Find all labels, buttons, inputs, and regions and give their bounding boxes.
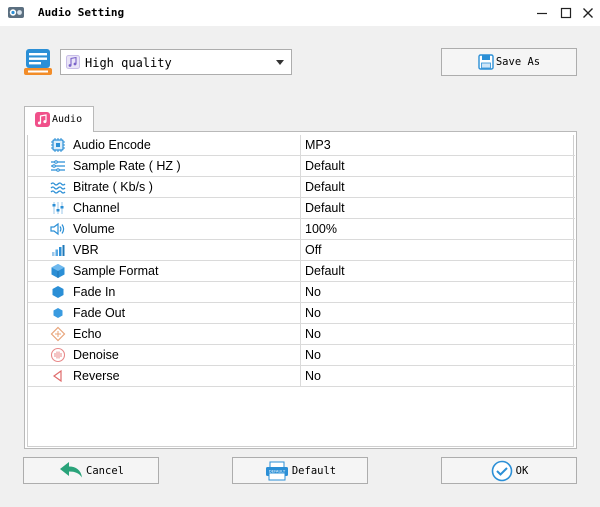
setting-row-echo[interactable]: Echo No [28, 324, 575, 345]
cancel-button[interactable]: Cancel [23, 457, 159, 484]
setting-label: Channel [73, 201, 120, 215]
denoise-icon [50, 347, 66, 363]
default-label: Default [291, 464, 337, 477]
fade-in-icon [50, 284, 66, 300]
default-button[interactable]: DEFAULT Default [232, 457, 368, 484]
quality-preset-dropdown[interactable]: High quality [60, 49, 292, 75]
speaker-icon [50, 221, 66, 237]
printer-icon-text: DEFAULT [269, 468, 286, 473]
ok-button[interactable]: OK [441, 457, 577, 484]
music-note-icon [35, 112, 50, 127]
app-logo-icon [7, 4, 25, 22]
preset-value: High quality [85, 56, 172, 70]
setting-value[interactable]: No [305, 369, 321, 383]
setting-row-fade-out[interactable]: Fade Out No [28, 303, 575, 324]
setting-row-denoise[interactable]: Denoise No [28, 345, 575, 366]
setting-label: Sample Rate ( HZ ) [73, 159, 181, 173]
setting-value[interactable]: 100% [305, 222, 337, 236]
setting-row-channel[interactable]: Channel Default [28, 198, 575, 219]
save-as-label: Save As [495, 56, 541, 68]
tab-audio-label: Audio [52, 114, 83, 125]
maximize-icon[interactable] [556, 3, 576, 23]
echo-icon [50, 326, 66, 342]
setting-value[interactable]: No [305, 348, 321, 362]
waveform-icon [50, 158, 66, 174]
setting-label: Bitrate ( Kb/s ) [73, 180, 153, 194]
setting-label: VBR [73, 243, 99, 257]
ok-label: OK [515, 464, 529, 477]
check-circle-icon [491, 460, 512, 481]
close-icon[interactable] [578, 3, 598, 23]
audio-setting-window: Audio Setting High quality Save As Audio… [0, 0, 600, 507]
cancel-label: Cancel [86, 464, 124, 477]
setting-row-sample-rate[interactable]: Sample Rate ( HZ ) Default [28, 156, 575, 177]
settings-grid: Audio Encode MP3 Sample Rate ( HZ ) Defa… [27, 135, 575, 447]
setting-value[interactable]: No [305, 285, 321, 299]
setting-value[interactable]: MP3 [305, 138, 331, 152]
channel-icon [50, 200, 66, 216]
title-bar: Audio Setting [0, 0, 600, 26]
setting-value[interactable]: Default [305, 180, 345, 194]
printer-icon: DEFAULT [265, 461, 288, 480]
setting-label: Sample Format [73, 264, 159, 278]
setting-row-vbr[interactable]: VBR Off [28, 240, 575, 261]
setting-row-volume[interactable]: Volume 100% [28, 219, 575, 240]
chip-icon [50, 137, 66, 153]
setting-label: Volume [73, 222, 115, 236]
minimize-icon[interactable] [532, 3, 552, 23]
tab-audio[interactable]: Audio [24, 106, 94, 132]
window-title: Audio Setting [38, 6, 125, 19]
setting-row-sample-format[interactable]: Sample Format Default [28, 261, 575, 282]
setting-row-reverse[interactable]: Reverse No [28, 366, 575, 387]
setting-value[interactable]: No [305, 327, 321, 341]
setting-row-bitrate[interactable]: Bitrate ( Kb/s ) Default [28, 177, 575, 198]
setting-value[interactable]: No [305, 306, 321, 320]
setting-label: Denoise [73, 348, 119, 362]
setting-row-fade-in[interactable]: Fade In No [28, 282, 575, 303]
setting-label: Echo [73, 327, 102, 341]
waves-icon [50, 179, 66, 195]
back-arrow-icon [60, 461, 83, 477]
audio-settings-panel: Audio Encode MP3 Sample Rate ( HZ ) Defa… [24, 131, 577, 449]
setting-label: Audio Encode [73, 138, 151, 152]
save-icon [478, 54, 494, 70]
setting-row-audio-encode[interactable]: Audio Encode MP3 [28, 135, 575, 156]
setting-label: Fade In [73, 285, 116, 299]
music-note-icon [66, 55, 80, 69]
setting-label: Fade Out [73, 306, 126, 320]
chevron-down-icon [276, 60, 284, 65]
setting-value[interactable]: Default [305, 264, 345, 278]
preset-list-icon [24, 47, 52, 77]
cube-icon [50, 263, 66, 279]
save-as-button[interactable]: Save As [441, 48, 577, 76]
setting-value[interactable]: Default [305, 201, 345, 215]
setting-label: Reverse [73, 369, 120, 383]
bar-chart-icon [50, 242, 66, 258]
fade-out-icon [50, 305, 66, 321]
setting-value[interactable]: Default [305, 159, 345, 173]
reverse-icon [50, 368, 66, 384]
setting-value[interactable]: Off [305, 243, 321, 257]
